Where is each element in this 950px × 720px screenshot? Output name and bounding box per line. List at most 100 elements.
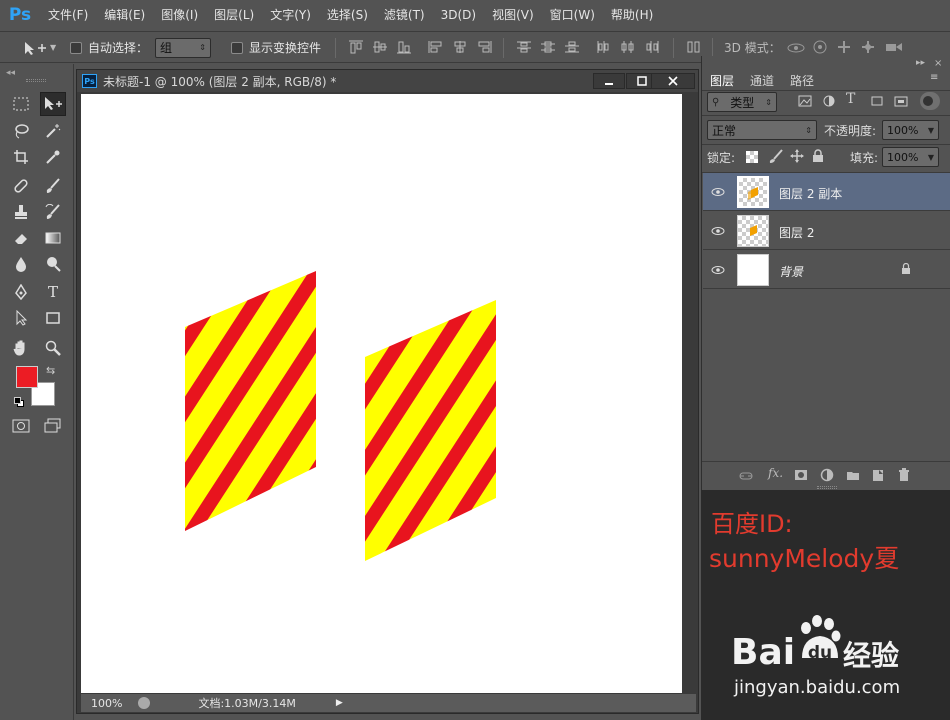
panel-menu-icon[interactable]: ≡	[930, 72, 938, 83]
fill-field[interactable]: 100% ▼	[882, 147, 939, 167]
layer-thumbnail[interactable]	[737, 254, 769, 286]
path-selection-tool-icon[interactable]	[8, 306, 34, 330]
close-panel-icon[interactable]: ×	[934, 58, 942, 69]
3d-rotate-icon[interactable]	[786, 40, 806, 54]
distribute-left-icon[interactable]	[596, 40, 612, 54]
lock-image-icon[interactable]	[768, 149, 784, 163]
rectangle-tool-icon[interactable]	[40, 306, 66, 330]
fill-value[interactable]: 100%	[887, 151, 918, 164]
vertical-scrollbar[interactable]	[683, 94, 696, 693]
menu-edit[interactable]: 编辑(E)	[96, 0, 153, 30]
pen-tool-icon[interactable]	[8, 280, 34, 304]
menu-select[interactable]: 选择(S)	[319, 0, 376, 30]
layer-row-2[interactable]: 图层 2	[703, 212, 950, 250]
default-colors-icon[interactable]	[14, 397, 24, 407]
layer-thumbnail[interactable]	[737, 176, 769, 208]
close-button[interactable]	[651, 73, 695, 89]
tab-layers[interactable]: 图层	[704, 70, 741, 90]
layer-style-icon[interactable]: fx.	[768, 466, 783, 480]
filter-toggle[interactable]	[920, 92, 940, 110]
lock-transparent-icon[interactable]	[746, 151, 758, 163]
opacity-field[interactable]: 100% ▼	[882, 120, 939, 140]
visibility-eye-icon[interactable]	[711, 265, 725, 275]
blur-tool-icon[interactable]	[8, 252, 34, 276]
distribute-bottom-icon[interactable]	[564, 40, 580, 54]
layer-name[interactable]: 背景	[779, 263, 803, 280]
striped-shape-left[interactable]	[185, 271, 316, 531]
dodge-tool-icon[interactable]	[40, 252, 66, 276]
3d-pan-icon[interactable]	[836, 40, 852, 54]
auto-select-checkbox[interactable]	[70, 41, 82, 54]
tab-paths[interactable]: 路径	[784, 70, 820, 90]
crop-tool-icon[interactable]	[8, 145, 34, 169]
magic-wand-tool-icon[interactable]	[40, 119, 66, 143]
filter-smart-object-icon[interactable]	[894, 95, 908, 107]
brush-tool-icon[interactable]	[40, 174, 66, 198]
opacity-value[interactable]: 100%	[887, 124, 918, 137]
filter-adjustment-icon[interactable]	[822, 95, 836, 107]
align-vertical-center-icon[interactable]	[372, 40, 388, 54]
hand-tool-icon[interactable]	[8, 336, 34, 360]
menu-view[interactable]: 视图(V)	[484, 0, 542, 30]
menu-file[interactable]: 文件(F)	[40, 0, 96, 30]
3d-scale-icon[interactable]	[884, 40, 904, 54]
collapse-icon[interactable]: ◂◂	[6, 68, 15, 78]
align-top-icon[interactable]	[348, 40, 364, 54]
zoom-tool-icon[interactable]	[40, 336, 66, 360]
delete-layer-icon[interactable]	[898, 468, 910, 482]
menu-3d[interactable]: 3D(D)	[433, 0, 484, 30]
filter-kind-dropdown[interactable]: ⚲ 类型 ⇕	[707, 92, 777, 112]
clone-stamp-tool-icon[interactable]	[8, 200, 34, 224]
layer-name[interactable]: 图层 2	[779, 224, 814, 241]
adjustment-layer-icon[interactable]	[820, 468, 834, 482]
align-left-icon[interactable]	[428, 40, 444, 54]
lock-position-icon[interactable]	[790, 149, 804, 163]
gradient-tool-icon[interactable]	[40, 226, 66, 250]
collapse-panel-icon[interactable]: ▸▸	[916, 58, 925, 68]
menu-help[interactable]: 帮助(H)	[603, 0, 661, 30]
lasso-tool-icon[interactable]	[8, 119, 34, 143]
tab-channels[interactable]: 通道	[744, 70, 780, 90]
foreground-color-swatch[interactable]	[16, 366, 38, 388]
layer-row-background[interactable]: 背景	[703, 251, 950, 289]
filter-shape-icon[interactable]	[870, 95, 884, 107]
filter-type-icon[interactable]: T	[846, 91, 855, 107]
layer-row-copy[interactable]: 图层 2 副本	[703, 173, 950, 211]
eyedropper-tool-icon[interactable]	[40, 145, 66, 169]
auto-select-option[interactable]: 自动选择：	[70, 32, 148, 63]
layer-thumbnail[interactable]	[737, 215, 769, 247]
auto-align-layers-icon[interactable]	[686, 40, 702, 54]
menu-layer[interactable]: 图层(L)	[206, 0, 262, 30]
menu-filter[interactable]: 滤镜(T)	[376, 0, 433, 30]
quick-mask-icon[interactable]	[8, 414, 34, 438]
menu-window[interactable]: 窗口(W)	[542, 0, 603, 30]
add-mask-icon[interactable]	[794, 469, 808, 481]
align-bottom-icon[interactable]	[396, 40, 412, 54]
status-menu-arrow-icon[interactable]: ▶	[336, 698, 343, 708]
align-horizontal-center-icon[interactable]	[452, 40, 468, 54]
canvas[interactable]	[81, 94, 682, 693]
move-tool-icon[interactable]	[40, 92, 66, 116]
menu-type[interactable]: 文字(Y)	[262, 0, 319, 30]
history-brush-tool-icon[interactable]	[40, 200, 66, 224]
visibility-eye-icon[interactable]	[711, 187, 725, 197]
striped-shape-right[interactable]	[365, 300, 496, 561]
minimize-button[interactable]	[593, 73, 625, 89]
auto-select-dropdown[interactable]: 组 ⇕	[155, 37, 211, 58]
show-transform-option[interactable]: 显示变换控件	[231, 32, 321, 63]
distribute-right-icon[interactable]	[644, 40, 660, 54]
new-group-icon[interactable]	[846, 469, 860, 481]
zoom-level[interactable]: 100%	[91, 697, 122, 710]
show-transform-checkbox[interactable]	[231, 41, 243, 54]
3d-slide-icon[interactable]	[860, 40, 876, 54]
document-tab[interactable]: Ps 未标题-1 @ 100% (图层 2 副本, RGB/8) *	[77, 70, 698, 92]
distribute-vertical-center-icon[interactable]	[540, 40, 556, 54]
marquee-tool-icon[interactable]	[8, 92, 34, 116]
3d-roll-icon[interactable]	[812, 40, 828, 54]
new-layer-icon[interactable]	[872, 468, 884, 482]
eraser-tool-icon[interactable]	[8, 226, 34, 250]
layer-name[interactable]: 图层 2 副本	[779, 185, 842, 202]
filter-pixel-icon[interactable]	[798, 95, 812, 107]
distribute-horizontal-center-icon[interactable]	[620, 40, 636, 54]
visibility-eye-icon[interactable]	[711, 226, 725, 236]
